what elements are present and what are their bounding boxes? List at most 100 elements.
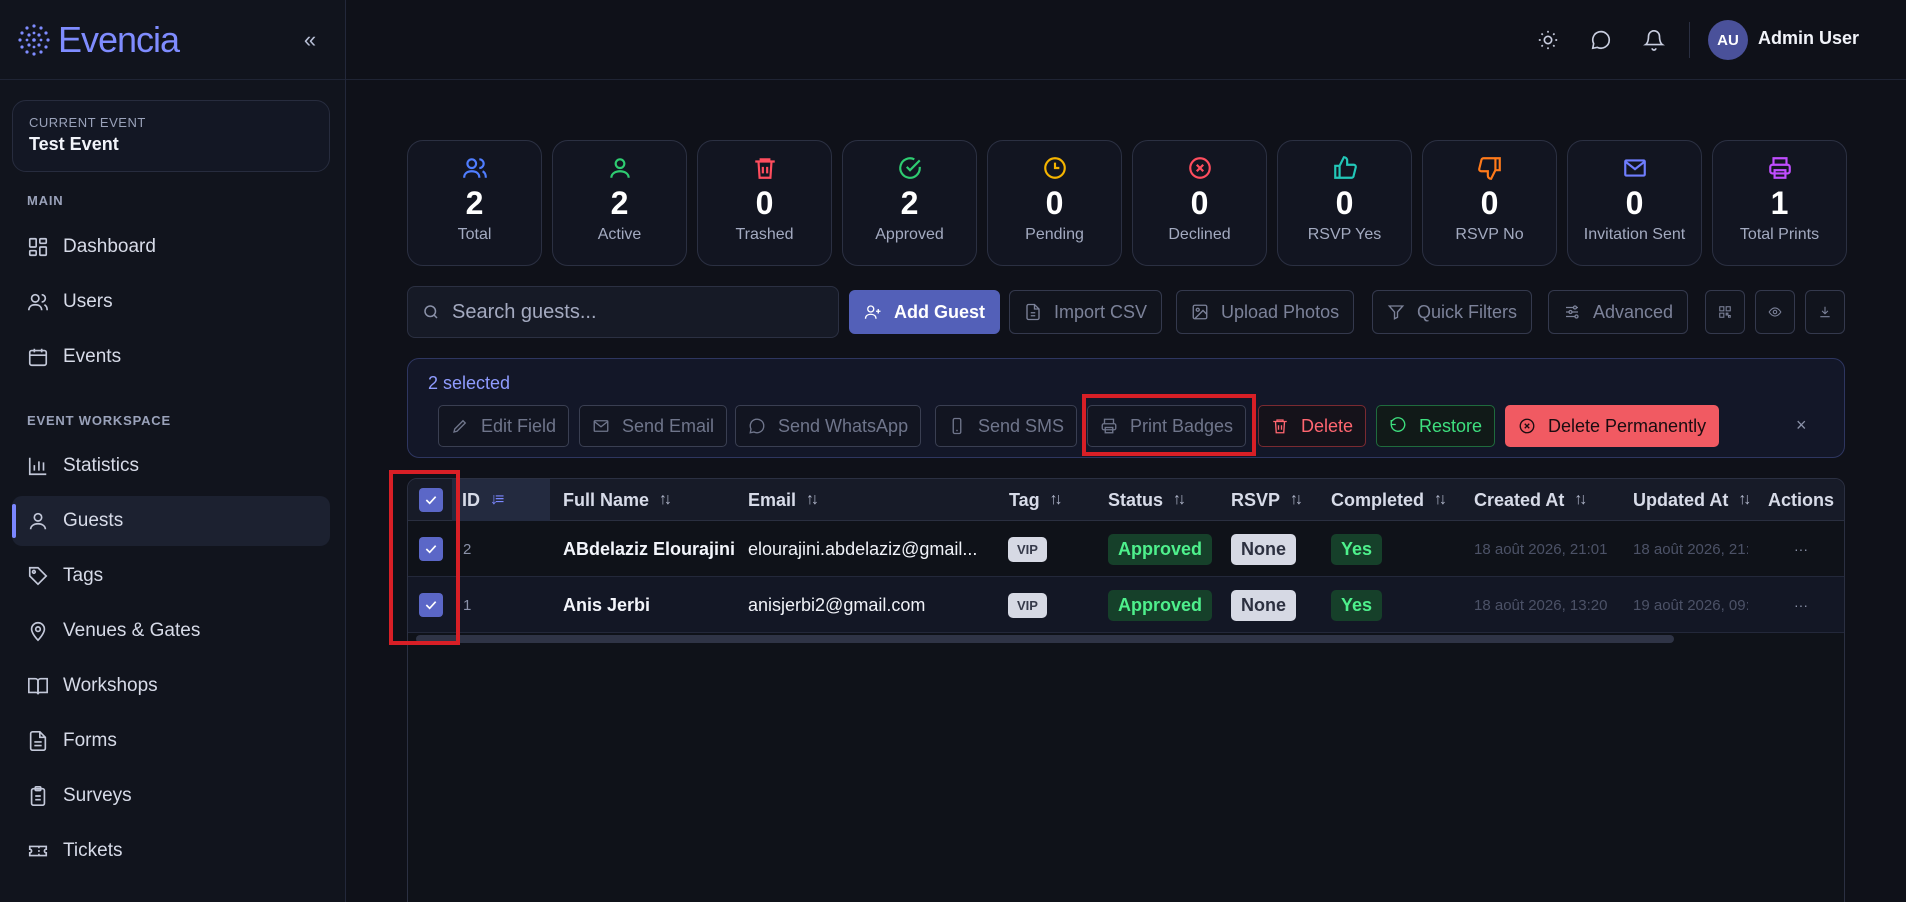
message-circle-icon <box>1591 30 1611 50</box>
rsvp-badge: None <box>1231 533 1296 565</box>
sidebar-item-tickets[interactable]: Tickets <box>12 826 330 876</box>
sidebar-item-workshops[interactable]: Workshops <box>12 661 330 711</box>
sidebar-item-forms[interactable]: Forms <box>12 716 330 766</box>
sidebar-item-statistics[interactable]: Statistics <box>12 441 330 491</box>
stat-label: RSVP No <box>1455 226 1524 243</box>
column-header-status[interactable]: Status ↑↓ <box>1108 479 1186 521</box>
sidebar-item-label: Tickets <box>63 840 123 861</box>
tag-icon <box>27 565 49 587</box>
delete-permanently-button[interactable]: Delete Permanently <box>1505 405 1720 447</box>
calendar-icon <box>27 346 49 368</box>
column-header-full-name[interactable]: Full Name ↑↓ <box>563 479 672 521</box>
cell-created-at: 18 août 2026, 21:01 <box>1474 540 1608 558</box>
send-whatsapp-button[interactable]: Send WhatsApp <box>735 405 922 447</box>
send-email-button[interactable]: Send Email <box>579 405 728 447</box>
column-header-completed[interactable]: Completed ↑↓ <box>1331 479 1447 521</box>
stat-value: 0 <box>1480 185 1499 221</box>
current-event-label: CURRENT EVENT <box>29 115 146 130</box>
avatar[interactable]: AU <box>1708 20 1748 60</box>
sidebar-item-surveys[interactable]: Surveys <box>12 771 330 821</box>
sidebar-item-events[interactable]: Events <box>12 332 330 382</box>
sort-icon: ↑↓ <box>1738 491 1751 508</box>
view-button[interactable] <box>1755 290 1795 334</box>
sort-icon: ↑↓ <box>659 491 672 508</box>
row-checkbox[interactable] <box>419 537 443 561</box>
sort-icon: ↑↓ <box>1434 491 1447 508</box>
sidebar-item-label: Users <box>63 291 113 312</box>
column-header-id[interactable]: ID ↓≡ <box>452 479 550 521</box>
import-csv-button[interactable]: Import CSV <box>1009 290 1163 334</box>
sidebar-item-venues-gates[interactable]: Venues & Gates <box>12 606 330 656</box>
column-header-updated-at[interactable]: Updated At ↑↓ <box>1633 479 1751 521</box>
cell-id: 2 <box>463 540 472 558</box>
horizontal-scrollbar[interactable] <box>416 635 1674 643</box>
search-input[interactable] <box>452 300 822 324</box>
filter-icon <box>1387 305 1405 320</box>
notifications-button[interactable] <box>1640 26 1668 54</box>
restore-label: Restore <box>1419 415 1483 436</box>
advanced-button[interactable]: Advanced <box>1548 290 1689 334</box>
sidebar-item-dashboard[interactable]: Dashboard <box>12 222 330 272</box>
print-badges-button[interactable]: Print Badges <box>1087 405 1247 447</box>
stat-label: Total Prints <box>1739 226 1820 243</box>
check-icon <box>425 545 437 554</box>
stat-card-invitation-sent: 0 Invitation Sent <box>1567 140 1702 266</box>
thumbs-up-icon <box>1333 156 1357 179</box>
check-icon <box>425 496 437 505</box>
stat-card-total-prints: 1 Total Prints <box>1712 140 1847 266</box>
image-icon <box>1192 304 1208 320</box>
user-icon <box>27 510 49 532</box>
qr-code-button[interactable] <box>1705 290 1745 334</box>
sidebar-item-tags[interactable]: Tags <box>12 551 330 601</box>
column-header-tag[interactable]: Tag ↑↓ <box>1009 479 1063 521</box>
table-row[interactable]: 1 Anis Jerbi anisjerbi2@gmail.com VIP Ap… <box>408 577 1844 633</box>
stat-value: 2 <box>610 185 629 221</box>
bell-icon <box>1643 30 1665 51</box>
column-header-rsvp[interactable]: RSVP ↑↓ <box>1231 479 1303 521</box>
row-actions-button[interactable]: ··· <box>1794 577 1808 633</box>
brand[interactable]: Evencia <box>0 0 345 80</box>
stat-card-active: 2 Active <box>552 140 687 266</box>
theme-toggle-button[interactable] <box>1534 26 1562 54</box>
column-header-email[interactable]: Email ↑↓ <box>748 479 819 521</box>
completed-badge: Yes <box>1331 533 1383 565</box>
stat-card-pending: 0 Pending <box>987 140 1122 266</box>
edit-field-button[interactable]: Edit Field <box>438 405 570 447</box>
printer-icon <box>1768 157 1791 179</box>
send-sms-button[interactable]: Send SMS <box>935 405 1078 447</box>
current-event-card[interactable]: CURRENT EVENT Test Event <box>12 100 330 172</box>
section-label-workspace: EVENT WORKSPACE <box>27 413 171 428</box>
sort-icon: ↑↓ <box>806 491 819 508</box>
quick-filters-label: Quick Filters <box>1417 301 1518 322</box>
row-actions-button[interactable]: ··· <box>1794 521 1808 577</box>
add-guest-button[interactable]: Add Guest <box>849 290 1001 334</box>
select-all-checkbox[interactable] <box>419 488 443 512</box>
logo-icon <box>18 23 50 56</box>
download-button[interactable] <box>1805 290 1845 334</box>
guests-table: ID ↓≡ Full Name ↑↓ Email ↑↓ Tag ↑↓ Status ↑↓ … <box>407 478 1845 902</box>
stat-label: Trashed <box>735 226 794 243</box>
restore-button[interactable]: Restore <box>1376 405 1496 447</box>
delete-permanently-label: Delete Permanently <box>1548 415 1707 436</box>
close-selection-button[interactable]: × <box>1796 415 1807 436</box>
column-header-created-at[interactable]: Created At ↑↓ <box>1474 479 1587 521</box>
stat-label: Declined <box>1168 226 1231 243</box>
stat-card-rsvp-no: 0 RSVP No <box>1422 140 1557 266</box>
collapse-sidebar-button[interactable]: « <box>296 26 324 54</box>
messages-button[interactable] <box>1587 26 1615 54</box>
delete-button[interactable]: Delete <box>1258 405 1367 447</box>
stat-value: 0 <box>1625 185 1644 221</box>
user-name[interactable]: Admin User <box>1758 28 1859 49</box>
message-circle-icon <box>749 418 765 434</box>
sidebar-item-users[interactable]: Users <box>12 277 330 327</box>
stat-value: 0 <box>1190 185 1209 221</box>
table-row[interactable]: 2 ABdelaziz Elourajini elourajini.abdela… <box>408 521 1844 577</box>
upload-photos-button[interactable]: Upload Photos <box>1176 290 1355 334</box>
advanced-label: Advanced <box>1593 301 1674 322</box>
sidebar-item-label: Workshops <box>63 675 158 696</box>
row-checkbox[interactable] <box>419 593 443 617</box>
sidebar-item-guests[interactable]: Guests <box>12 496 330 546</box>
cell-full-name[interactable]: Anis Jerbi <box>563 577 650 633</box>
cell-full-name[interactable]: ABdelaziz Elourajini <box>563 521 735 577</box>
quick-filters-button[interactable]: Quick Filters <box>1372 290 1533 334</box>
